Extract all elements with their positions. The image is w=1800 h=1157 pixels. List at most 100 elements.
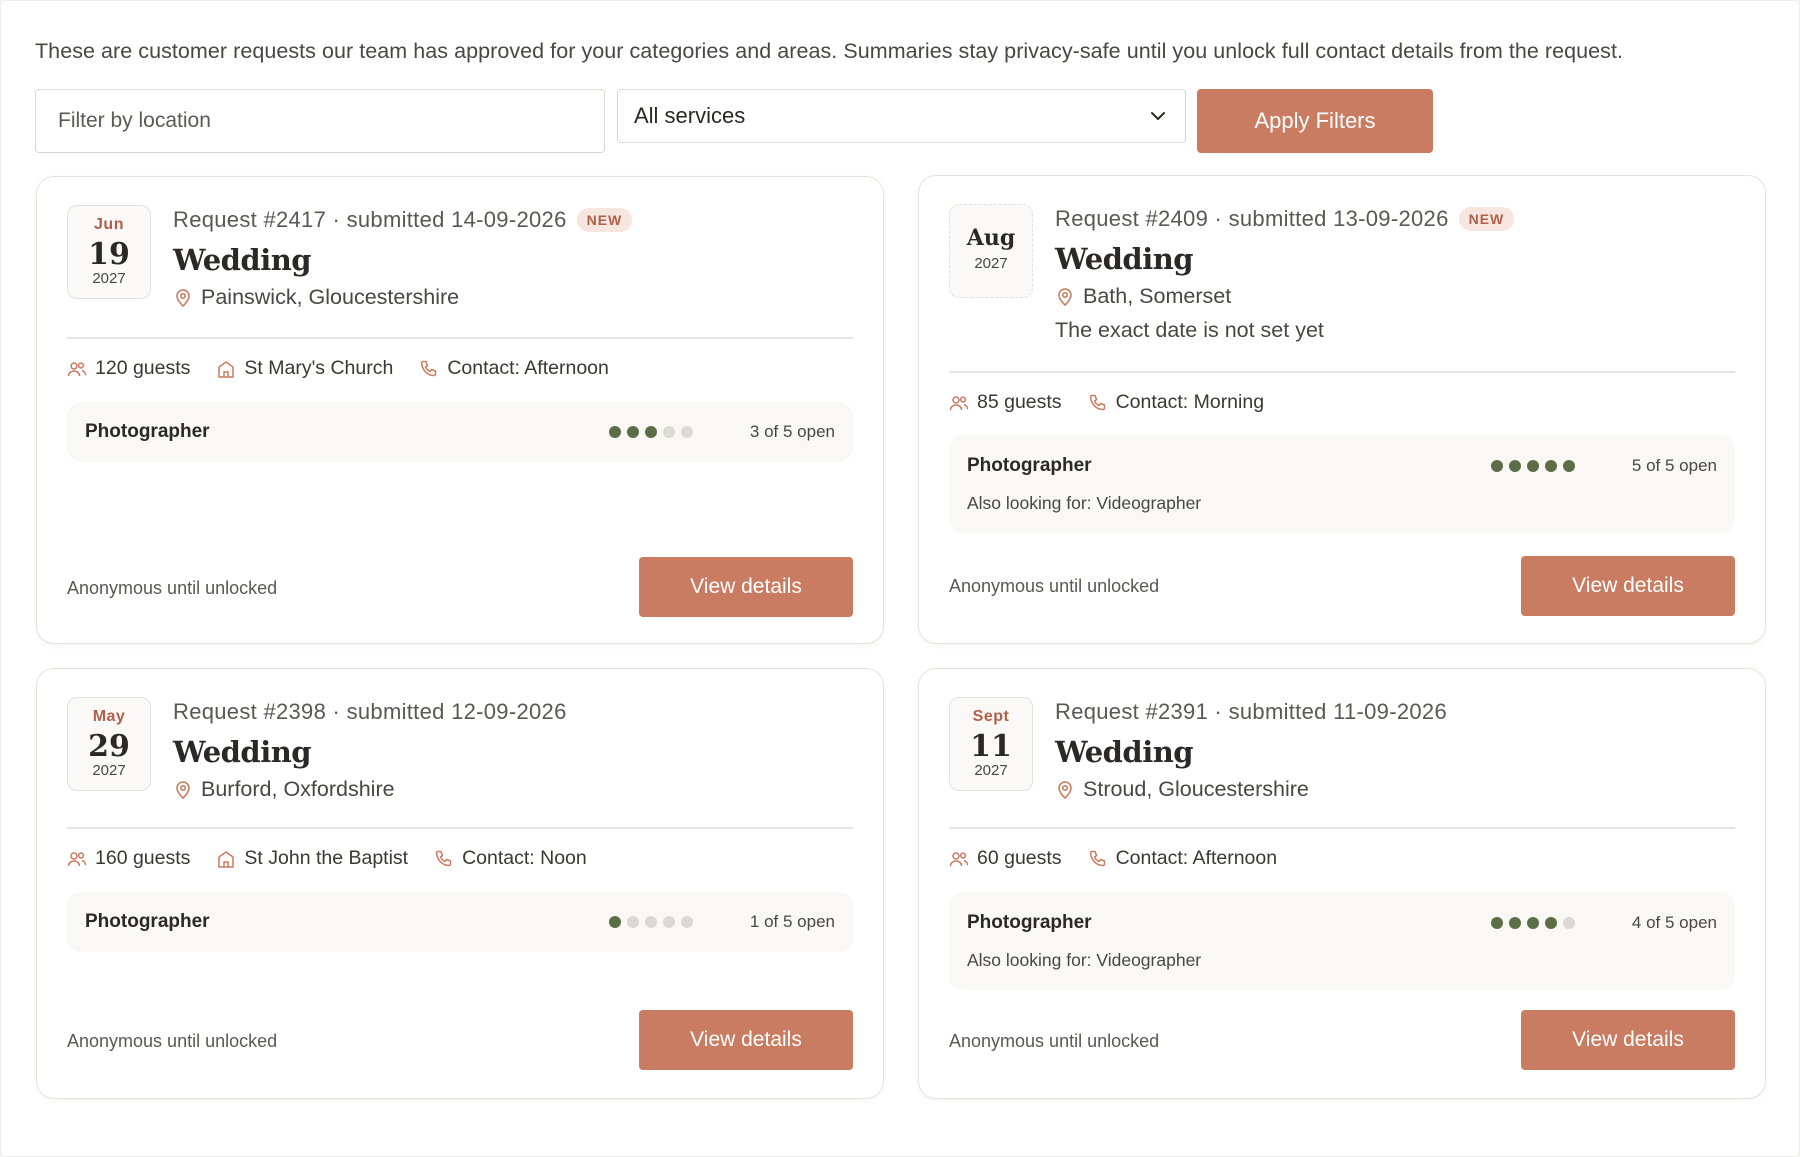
apply-filters-button[interactable]: Apply Filters [1197,89,1433,153]
slot-empty-dot [663,426,675,438]
slot-filled-dot [1545,917,1557,929]
slot-filled-dot [609,916,621,928]
people-icon [67,361,87,376]
service-filter-value: All services [634,103,746,128]
date-year: 2027 [974,255,1008,272]
slot-empty-dot [681,426,693,438]
request-id: Request #2417 · submitted 14-09-2026 [173,207,567,232]
open-slots: 1 of 5 open [749,912,835,931]
date-year: 2027 [92,270,126,287]
venue-text: St John the Baptist [244,847,409,869]
date-badge: Sept 11 2027 [949,697,1033,791]
request-meta: Request #2417 · submitted 14-09-2026 NEW [173,207,633,233]
service-box: Photographer 3 of 5 open [67,402,853,462]
slot-filled-dot [1509,917,1521,929]
service-name: Photographer [85,421,210,442]
also-looking-for: Also looking for: Videographer [967,493,1202,513]
slot-filled-dot [1527,460,1539,472]
guests-text: 85 guests [977,391,1062,413]
people-icon [949,395,969,410]
event-location: Stroud, Gloucestershire [1055,777,1309,802]
contact-text: Contact: Afternoon [447,357,609,379]
map-pin-icon [1058,287,1072,306]
service-box: Photographer 5 of 5 open Also looking fo… [949,435,1735,533]
venue-text: St Mary's Church [244,357,394,379]
slot-filled-dot [1491,460,1503,472]
location-text: Painswick, Gloucestershire [201,285,460,309]
date-day: 29 [88,729,130,764]
slot-empty-dot [663,916,675,928]
slot-empty-dot [1563,917,1575,929]
event-title: Wedding [173,243,312,277]
new-badge: NEW [1458,207,1515,231]
location-text: Stroud, Gloucestershire [1083,777,1309,801]
meta-row: 120 guests St Mary's Church Contact: Aft… [67,357,635,380]
contact-text: Contact: Noon [462,847,587,869]
map-pin-icon [1058,780,1072,799]
service-name: Photographer [967,912,1092,933]
event-location: Painswick, Gloucestershire [173,285,459,310]
date-badge: Aug 2027 [949,204,1033,298]
divider [67,337,853,339]
event-location: Burford, Oxfordshire [173,777,395,802]
availability-dots [1491,460,1575,472]
meta-row: 85 guests Contact: Morning [949,391,1290,414]
date-month: Sept [972,708,1010,725]
service-name: Photographer [85,911,210,932]
chevron-down-icon [1151,112,1165,120]
request-id: Request #2398 · submitted 12-09-2026 [173,699,567,724]
contact-item: Contact: Afternoon [1088,847,1278,870]
anonymous-note: Anonymous until unlocked [67,578,278,598]
guests-text: 160 guests [95,847,191,869]
new-badge: NEW [576,208,633,232]
request-meta: Request #2391 · submitted 11-09-2026 [1055,699,1447,725]
open-slots: 3 of 5 open [749,422,835,441]
view-details-button[interactable]: View details [1521,1010,1735,1070]
view-details-button[interactable]: View details [639,1010,853,1070]
guests-text: 120 guests [95,357,191,379]
request-card: Jun 19 2027 Request #2417 · submitted 14… [36,176,884,644]
anonymous-note: Anonymous until unlocked [949,1031,1160,1051]
slot-filled-dot [1491,917,1503,929]
view-details-button[interactable]: View details [639,557,853,617]
building-icon [218,850,235,868]
contact-text: Contact: Afternoon [1115,847,1278,869]
slot-empty-dot [681,916,693,928]
service-box: Photographer 4 of 5 open Also looking fo… [949,892,1735,990]
service-filter-select[interactable]: All services [617,89,1186,143]
contact-item: Contact: Noon [434,847,587,870]
slot-filled-dot [645,426,657,438]
phone-icon [1089,394,1105,410]
guests-text: 60 guests [977,847,1062,869]
phone-icon [435,850,452,866]
location-filter-input[interactable] [35,89,605,153]
meta-row: 160 guests St John the Baptist Contact: … [67,847,613,870]
request-card: May 29 2027 Request #2398 · submitted 12… [36,668,884,1099]
also-looking-for: Also looking for: Videographer [967,950,1202,970]
request-meta: Request #2398 · submitted 12-09-2026 [173,699,567,725]
open-slots: 5 of 5 open [1631,456,1717,475]
open-slots: 4 of 5 open [1631,913,1717,932]
location-text: Burford, Oxfordshire [201,777,395,801]
date-day: 19 [88,237,130,272]
view-details-button[interactable]: View details [1521,556,1735,616]
service-name: Photographer [967,455,1092,476]
contact-item: Contact: Afternoon [419,357,609,380]
map-pin-icon [176,288,190,307]
date-year: 2027 [974,762,1008,779]
requests-panel: These are customer requests our team has… [0,0,1800,1157]
event-title: Wedding [1055,735,1194,769]
event-location: Bath, Somerset [1055,284,1231,309]
building-icon [218,360,235,378]
request-card: Aug 2027 Request #2409 · submitted 13-09… [918,175,1766,644]
intro-text: These are customer requests our team has… [35,39,1624,63]
date-note: The exact date is not set yet [1055,318,1324,342]
availability-dots [1491,917,1575,929]
request-id: Request #2391 · submitted 11-09-2026 [1055,699,1447,724]
map-pin-icon [176,780,190,799]
request-card: Sept 11 2027 Request #2391 · submitted 1… [918,668,1766,1099]
slot-filled-dot [627,426,639,438]
slot-empty-dot [627,916,639,928]
slot-filled-dot [1563,460,1575,472]
divider [949,827,1735,829]
